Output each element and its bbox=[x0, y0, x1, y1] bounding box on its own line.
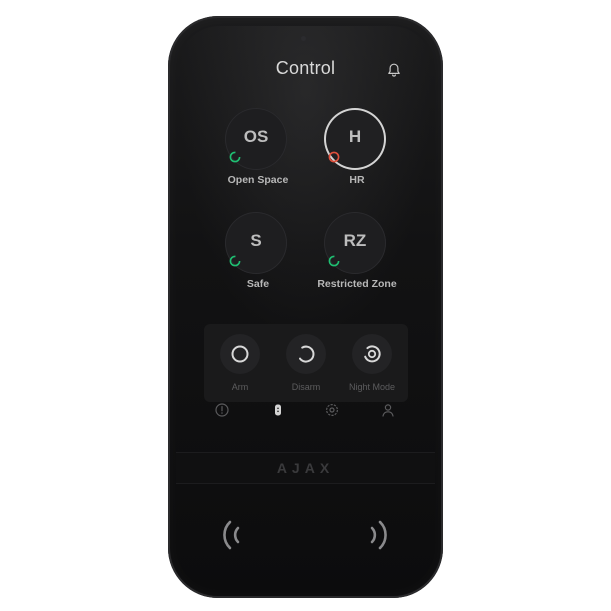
alert-icon[interactable] bbox=[214, 402, 230, 418]
group-open-space[interactable]: OS Open Space bbox=[203, 108, 313, 198]
disarmed-status-icon bbox=[229, 151, 241, 163]
group-label: Restricted Zone bbox=[317, 278, 397, 290]
group-button-selected[interactable]: H bbox=[324, 108, 386, 170]
bell-icon[interactable] bbox=[386, 62, 402, 78]
sensor-dot bbox=[301, 36, 306, 41]
arm-button[interactable]: Arm bbox=[210, 326, 270, 396]
nfc-right-icon bbox=[370, 520, 387, 550]
group-restricted-zone[interactable]: RZ Restricted Zone bbox=[302, 212, 412, 302]
night-mode-button[interactable]: Night Mode bbox=[342, 326, 402, 396]
group-button[interactable]: OS bbox=[225, 108, 287, 170]
night-mode-button-circle[interactable] bbox=[352, 334, 392, 374]
arm-icon bbox=[231, 345, 249, 363]
settings-icon[interactable] bbox=[324, 402, 340, 418]
night-mode-icon bbox=[364, 345, 381, 363]
group-button[interactable]: RZ bbox=[324, 212, 386, 274]
armed-status-icon bbox=[328, 151, 340, 163]
arm-button-circle[interactable] bbox=[220, 334, 260, 374]
logo-band: AJAX bbox=[176, 452, 435, 484]
group-label: Open Space bbox=[227, 174, 289, 186]
security-mode-panel: Arm Disarm Night Mode bbox=[204, 324, 408, 402]
disarm-button[interactable]: Disarm bbox=[276, 326, 336, 396]
disarm-button-circle[interactable] bbox=[286, 334, 326, 374]
night-mode-label: Night Mode bbox=[348, 382, 396, 392]
disarmed-status-icon bbox=[229, 255, 241, 267]
group-label: Safe bbox=[246, 278, 270, 290]
user-icon[interactable] bbox=[380, 402, 396, 418]
brand-logo: AJAX bbox=[276, 460, 335, 476]
keypad-device: Control OS Open Space H HR S Safe RZ Res… bbox=[168, 16, 443, 598]
group-code: S bbox=[250, 231, 262, 250]
disarm-icon bbox=[299, 345, 315, 363]
group-label: HR bbox=[349, 174, 365, 186]
group-hr[interactable]: H HR bbox=[302, 108, 412, 198]
disarmed-status-icon bbox=[328, 255, 340, 267]
group-safe[interactable]: S Safe bbox=[203, 212, 313, 302]
keypad-icon[interactable] bbox=[270, 402, 286, 418]
nfc-left-icon bbox=[223, 520, 240, 550]
group-code: RZ bbox=[343, 231, 367, 250]
group-code: OS bbox=[243, 127, 269, 146]
group-button[interactable]: S bbox=[225, 212, 287, 274]
group-code: H bbox=[348, 127, 362, 146]
